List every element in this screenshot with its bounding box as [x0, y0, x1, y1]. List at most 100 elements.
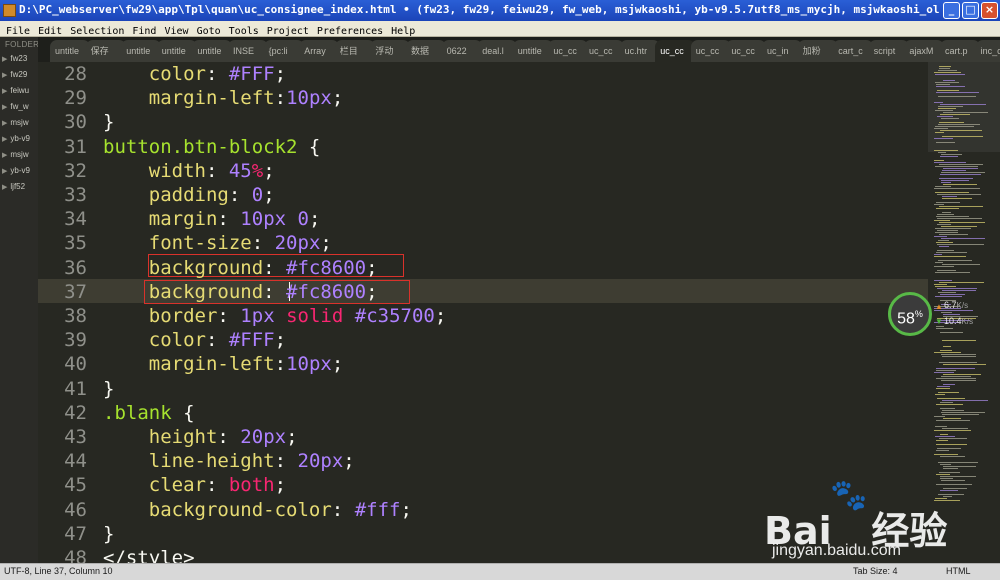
- minimap-line: [936, 420, 970, 421]
- editor-tab-label: 0622: [446, 46, 467, 56]
- expand-triangle-icon[interactable]: ▶: [2, 135, 7, 143]
- editor-tab[interactable]: {pc:li: [263, 40, 304, 62]
- minimap-line: [936, 440, 948, 441]
- minimap-line: [942, 400, 988, 401]
- code-line: 35 font-size: 20px;: [38, 231, 928, 255]
- code-line: 43 height: 20px;: [38, 425, 928, 449]
- code-token: ;: [274, 329, 287, 352]
- minimap-line: [943, 168, 978, 169]
- close-button[interactable]: ×: [981, 2, 998, 19]
- expand-triangle-icon[interactable]: ▶: [2, 55, 7, 63]
- editor-tab[interactable]: 加粉: [797, 40, 838, 62]
- minimap-line: [935, 74, 965, 75]
- tab-size-selector[interactable]: Tab Size: 4: [853, 564, 898, 579]
- editor-tab[interactable]: 0622: [441, 40, 482, 62]
- sidebar-folder-item[interactable]: ▶ fw29: [2, 70, 27, 79]
- minimap-line: [936, 202, 960, 203]
- minimap-line: [943, 364, 986, 365]
- line-number: 44: [64, 450, 87, 473]
- editor-tab[interactable]: 栏目: [334, 40, 375, 62]
- code-token: :: [205, 474, 229, 497]
- code-token: :: [217, 305, 241, 327]
- sidebar-folder-item[interactable]: ▶ fw_w: [2, 102, 29, 111]
- expand-triangle-icon[interactable]: ▶: [2, 167, 7, 175]
- expand-triangle-icon[interactable]: ▶: [2, 119, 7, 127]
- editor-tab[interactable]: uc_cc: [584, 40, 624, 62]
- code-token: px: [308, 87, 332, 110]
- editor-tab[interactable]: untitle: [192, 40, 233, 62]
- sidebar-folder-item[interactable]: ▶ msjw: [2, 118, 29, 127]
- minimap-line: [941, 172, 985, 173]
- editor-tab[interactable]: untitle: [50, 40, 90, 62]
- minimap-line: [934, 256, 966, 257]
- minimap-line: [941, 238, 985, 239]
- code-token: #fc8600: [286, 256, 367, 279]
- editor-tab[interactable]: 保存: [85, 40, 126, 62]
- expand-triangle-icon[interactable]: ▶: [2, 71, 7, 79]
- minimap-line: [934, 220, 950, 221]
- minimap-line: [936, 368, 975, 369]
- expand-triangle-icon[interactable]: ▶: [2, 183, 7, 191]
- editor-tab[interactable]: uc_cc: [690, 40, 731, 62]
- editor-tab[interactable]: 浮动: [370, 40, 411, 62]
- code-token: ;: [286, 426, 298, 448]
- editor-tab[interactable]: INSE: [228, 40, 268, 62]
- minimap-line: [941, 380, 976, 381]
- code-token: px: [251, 305, 275, 327]
- code-token: 0: [251, 184, 264, 206]
- editor-tab-label: ajaxM: [909, 46, 934, 56]
- editor-tab[interactable]: cart.p: [940, 40, 980, 62]
- editor-tab[interactable]: 数据: [406, 40, 446, 62]
- editor-tab[interactable]: uc_cc: [726, 40, 767, 62]
- sidebar-folder-item[interactable]: ▶ fw23: [2, 54, 27, 63]
- code-line: 38 border: 1px solid #c35700;: [38, 304, 928, 328]
- line-number: 35: [64, 232, 87, 255]
- editor-tab[interactable]: ajaxM: [904, 40, 945, 62]
- code-token: ;: [320, 232, 332, 255]
- expand-triangle-icon[interactable]: ▶: [2, 87, 7, 95]
- expand-triangle-icon[interactable]: ▶: [2, 151, 7, 159]
- editor-tab[interactable]: deal.l: [477, 40, 518, 62]
- sidebar-folder-item[interactable]: ▶ yb-v9: [2, 134, 30, 143]
- sidebar-folder-item[interactable]: ▶ feiwu: [2, 86, 29, 95]
- minimap-line: [941, 226, 977, 227]
- minimap-line: [939, 438, 967, 439]
- editor-tab[interactable]: untitle: [121, 40, 162, 62]
- minimap-line: [938, 260, 972, 261]
- editor-tab[interactable]: uc.htr: [619, 40, 660, 62]
- network-speed-widget: 58% ▲ ▼ 6.7K/s 10.4K/s: [886, 290, 1000, 338]
- editor-tab[interactable]: inc_c: [975, 40, 1000, 62]
- line-code: line-height: 20px;: [103, 449, 355, 473]
- line-number: 37: [64, 280, 87, 303]
- editor-tab[interactable]: script: [868, 40, 909, 62]
- editor-tab[interactable]: untitle: [512, 40, 553, 62]
- code-token: :: [217, 208, 241, 231]
- editor-tab[interactable]: untitle: [156, 40, 197, 62]
- code-token: :: [274, 450, 298, 473]
- minimap-line: [935, 126, 974, 127]
- editor-tab[interactable]: uc_cc: [655, 40, 696, 62]
- minimap-line: [934, 102, 943, 103]
- expand-triangle-icon[interactable]: ▶: [2, 103, 7, 111]
- editor-tab[interactable]: uc_cc: [548, 40, 589, 62]
- editor-tab[interactable]: cart_c: [833, 40, 874, 62]
- code-line: 40 margin-left:10px;: [38, 352, 928, 376]
- code-line: 34 margin: 10px 0;: [38, 207, 928, 231]
- maximize-button[interactable]: □: [962, 2, 979, 19]
- minimize-button[interactable]: _: [943, 2, 960, 19]
- sidebar-folder-label: yb-v9: [10, 166, 30, 175]
- code-line: 28 color: #FFF;: [38, 62, 928, 86]
- editor-tab[interactable]: uc_in: [762, 40, 802, 62]
- minimap-line: [936, 444, 967, 445]
- sidebar-folder-item[interactable]: ▶ ljf52: [2, 182, 25, 191]
- minimap-line: [934, 72, 961, 73]
- syntax-selector[interactable]: HTML: [946, 564, 971, 579]
- line-number: 36: [64, 256, 87, 279]
- sidebar-folder-item[interactable]: ▶ yb-v9: [2, 166, 30, 175]
- editor-tab[interactable]: Array: [299, 40, 340, 62]
- minimap-line: [940, 402, 953, 403]
- minimap-line: [942, 264, 980, 265]
- sidebar-folder-item[interactable]: ▶ msjw: [2, 150, 29, 159]
- code-token: color: [148, 329, 206, 352]
- minimap-line: [940, 464, 951, 465]
